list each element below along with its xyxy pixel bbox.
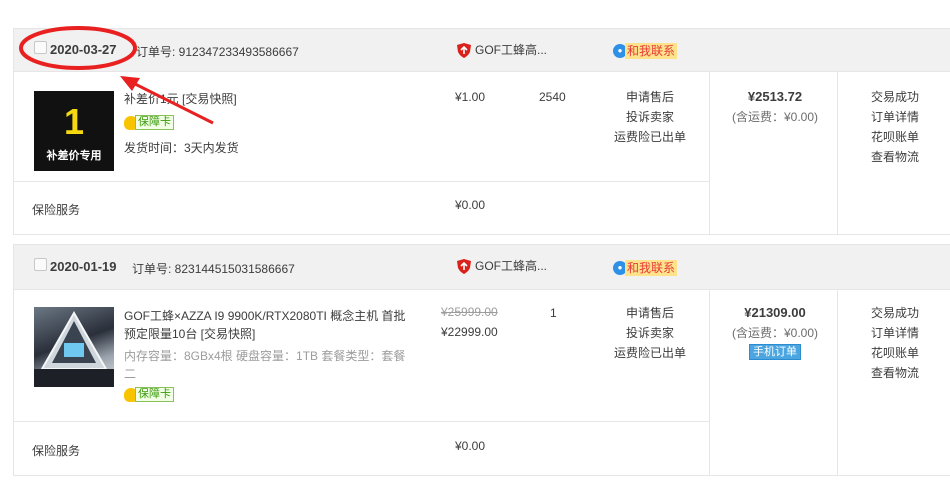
divider [14, 181, 709, 182]
total-amount: ¥2513.72 [747, 89, 803, 104]
checkbox-icon[interactable] [34, 258, 47, 271]
mobile-order-tag: 手机订单 [749, 344, 801, 360]
apply-after-sales-link[interactable]: 申请售后 [600, 303, 700, 323]
contact-label: 和我联系 [625, 43, 678, 59]
order-header: 2020-03-27 订单号: 912347233493586667 GOF工蜂… [14, 29, 950, 72]
total-amount: ¥21309.00 [744, 305, 806, 320]
original-price: ¥25999.00 [441, 305, 498, 319]
order-detail-link[interactable]: 订单详情 [850, 323, 940, 343]
checkbox-icon[interactable] [34, 41, 47, 54]
contact-seller-button[interactable]: ● 和我联系 [613, 43, 678, 59]
order-status: 交易成功 订单详情 花呗账单 查看物流 [850, 87, 940, 167]
thumb-caption: 补差价专用 [46, 150, 102, 162]
huabei-bill-link[interactable]: 花呗账单 [850, 343, 940, 363]
insurance-price: ¥0.00 [455, 198, 486, 212]
shipping-time: 发货时间：3天内发货 [124, 141, 239, 155]
guarantee-label: 保障卡 [135, 387, 174, 403]
product-thumbnail[interactable] [34, 307, 114, 387]
divider [14, 421, 709, 422]
guarantee-badge[interactable]: 保障卡 [124, 115, 174, 131]
order-card: 2020-03-27 订单号: 912347233493586667 GOF工蜂… [13, 28, 950, 235]
shop-shield-icon [457, 43, 471, 59]
order-detail-link[interactable]: 订单详情 [850, 107, 940, 127]
view-logistics-link[interactable]: 查看物流 [850, 147, 940, 167]
view-logistics-link[interactable]: 查看物流 [850, 363, 940, 383]
shipping-insurance-link[interactable]: 运费险已出单 [600, 127, 700, 147]
shipping-fee: (含运费：¥0.00) [731, 110, 819, 124]
unit-price: ¥22999.00 [441, 325, 498, 339]
order-date: 2020-03-27 [50, 42, 117, 57]
complain-seller-link[interactable]: 投诉卖家 [600, 323, 700, 343]
insurance-service: 保险服务 [32, 444, 81, 458]
order-status: 交易成功 订单详情 花呗账单 查看物流 [850, 303, 940, 383]
shop-name: GOF工蜂高... [475, 259, 548, 273]
order-header: 2020-01-19 订单号: 823144515031586667 GOF工蜂… [14, 245, 950, 290]
divider [709, 72, 710, 234]
order-number: 订单号: 823144515031586667 [132, 262, 295, 276]
quantity: 1 [550, 306, 557, 320]
order-date: 2020-01-19 [50, 259, 117, 274]
contact-label: 和我联系 [625, 260, 678, 276]
status-text: 交易成功 [870, 306, 919, 320]
shop-name: GOF工蜂高... [475, 43, 548, 57]
item-operations: 申请售后 投诉卖家 运费险已出单 [600, 87, 700, 147]
order-total: ¥2513.72 (含运费：¥0.00) [711, 87, 839, 127]
shipping-insurance-link[interactable]: 运费险已出单 [600, 343, 700, 363]
product-title-link[interactable]: 补差价1元 [交易快照] [124, 90, 414, 108]
order-number: 订单号: 912347233493586667 [136, 45, 299, 59]
product-spec: 内存容量：8GBx4根 硬盘容量：1TB 套餐类型：套餐二 [124, 349, 406, 381]
contact-seller-button[interactable]: ● 和我联系 [613, 260, 678, 276]
guarantee-label: 保障卡 [135, 115, 174, 131]
apply-after-sales-link[interactable]: 申请售后 [600, 87, 700, 107]
insurance-price: ¥0.00 [455, 439, 486, 453]
shop-link[interactable]: GOF工蜂高... [457, 257, 548, 275]
shop-link[interactable]: GOF工蜂高... [457, 41, 548, 59]
divider [709, 290, 710, 475]
order-total: ¥21309.00 (含运费：¥0.00) 手机订单 [711, 303, 839, 360]
thumb-number: 1 [63, 101, 85, 142]
unit-price: ¥1.00 [455, 90, 486, 104]
shop-shield-icon [457, 259, 471, 275]
pc-case-image [34, 310, 114, 387]
product-thumbnail[interactable]: 1 补差价专用 [34, 91, 114, 171]
item-operations: 申请售后 投诉卖家 运费险已出单 [600, 303, 700, 363]
complain-seller-link[interactable]: 投诉卖家 [600, 107, 700, 127]
status-text: 交易成功 [870, 90, 919, 104]
product-title-link[interactable]: GOF工蜂×AZZA I9 9900K/RTX2080TI 概念主机 首批预定限… [124, 307, 414, 343]
quantity: 2540 [539, 90, 566, 104]
guarantee-badge[interactable]: 保障卡 [124, 387, 174, 403]
shipping-fee: (含运费：¥0.00) [731, 326, 819, 340]
huabei-bill-link[interactable]: 花呗账单 [850, 127, 940, 147]
order-card: 2020-01-19 订单号: 823144515031586667 GOF工蜂… [13, 244, 950, 476]
insurance-service: 保险服务 [32, 203, 81, 217]
